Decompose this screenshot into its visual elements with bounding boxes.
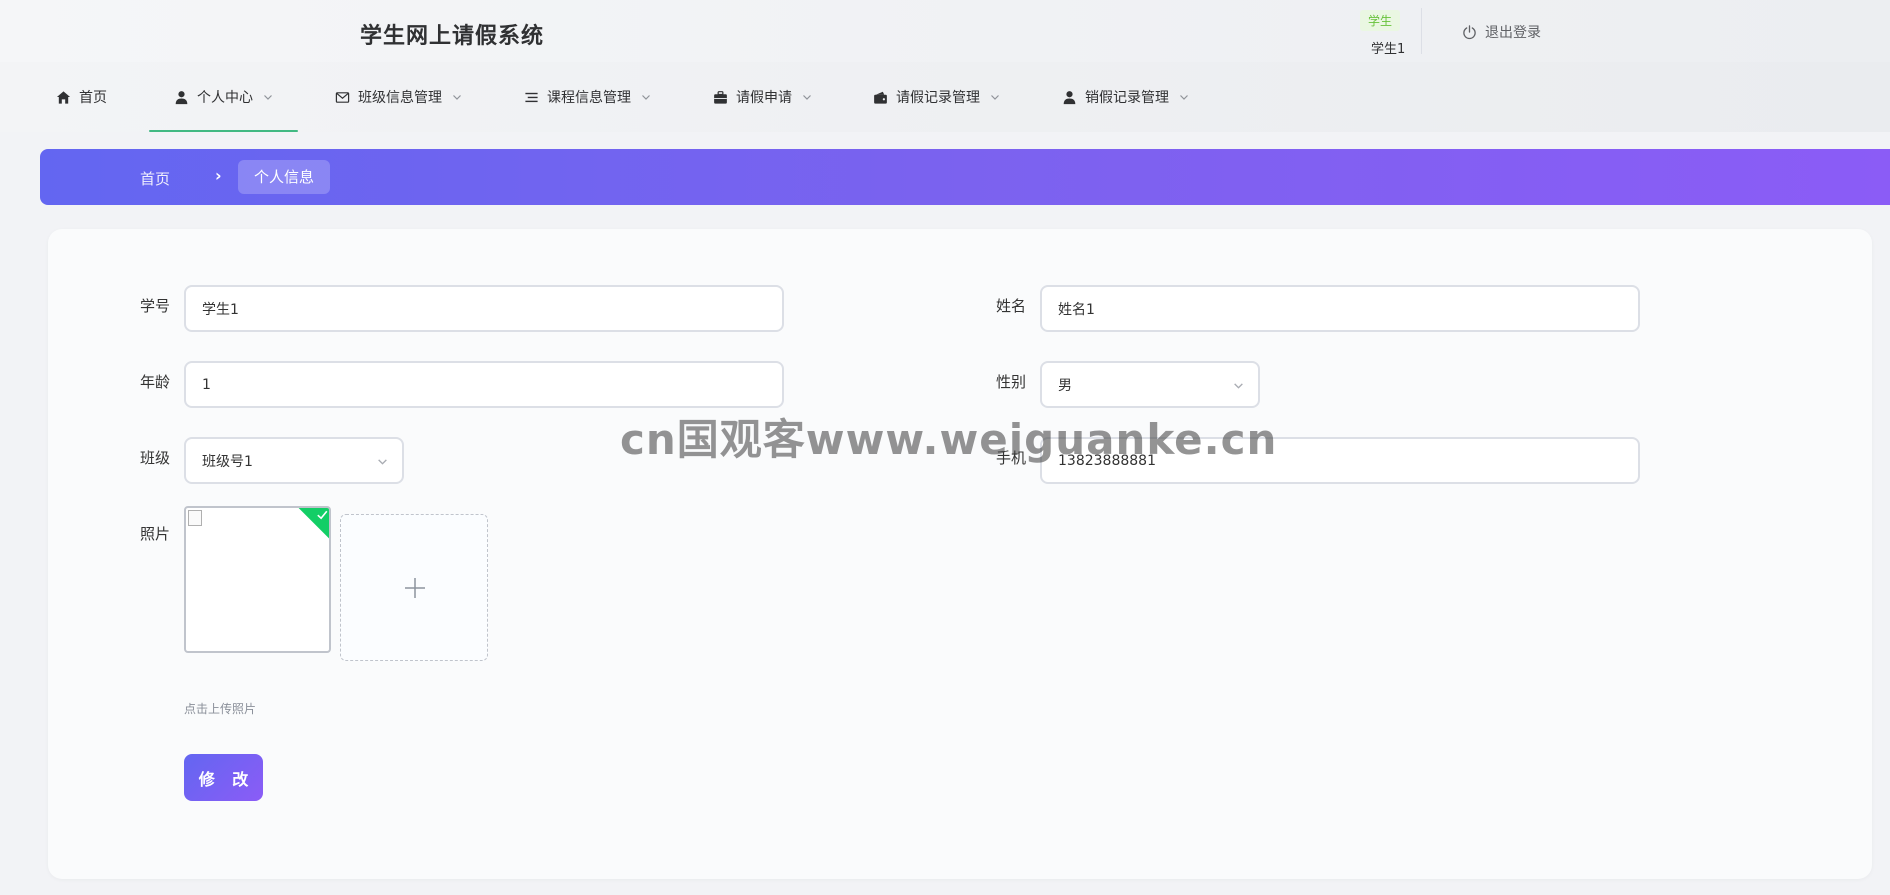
- student-id-field[interactable]: [184, 285, 784, 332]
- user-name: 学生1: [1371, 42, 1406, 57]
- app-title: 学生网上请假系统: [360, 24, 545, 49]
- name-label: 姓名: [996, 297, 1027, 315]
- nav-item-label: 首页: [79, 90, 107, 106]
- home-icon: [56, 90, 71, 104]
- chevron-down-icon: [991, 95, 999, 100]
- broken-image-icon: [188, 510, 202, 526]
- nav-item-label: 班级信息管理: [358, 90, 442, 106]
- gender-select[interactable]: 男: [1040, 361, 1260, 408]
- photo-upload-button[interactable]: [340, 514, 488, 661]
- chevron-down-icon: [803, 95, 811, 100]
- breadcrumb-banner: 首页 › 个人信息: [40, 149, 1890, 205]
- nav-item-leave-apply[interactable]: 请假申请: [713, 62, 812, 132]
- breadcrumb-separator: ›: [215, 166, 222, 185]
- nav-item-course-info[interactable]: 课程信息管理: [524, 62, 651, 132]
- chevron-down-icon: [264, 95, 272, 100]
- chevron-down-icon: [1234, 383, 1243, 389]
- logout-label: 退出登录: [1485, 25, 1541, 41]
- mail-icon: [335, 91, 350, 103]
- nav-item-home[interactable]: 首页: [56, 62, 107, 132]
- nav-item-label: 请假记录管理: [896, 90, 980, 106]
- breadcrumb-home[interactable]: 首页: [140, 168, 170, 189]
- name-field[interactable]: [1040, 285, 1640, 332]
- age-label: 年龄: [140, 373, 171, 391]
- photo-label: 照片: [140, 525, 171, 543]
- nav-active-indicator: [149, 130, 298, 132]
- upload-tip: 点击上传照片: [184, 702, 257, 716]
- list-icon: [525, 92, 538, 102]
- nav-item-personal-center[interactable]: 个人中心: [174, 62, 273, 132]
- user-icon: [175, 90, 188, 104]
- wallet-icon: [874, 91, 887, 104]
- upload-success-badge: [297, 508, 329, 540]
- briefcase-icon: [714, 90, 727, 104]
- nav-item-class-info[interactable]: 班级信息管理: [335, 62, 462, 132]
- class-label: 班级: [140, 449, 171, 467]
- chevron-down-icon: [378, 459, 387, 465]
- class-select[interactable]: 班级号1: [184, 437, 404, 484]
- header-divider: [1421, 8, 1422, 54]
- breadcrumb-current: 个人信息: [238, 160, 331, 194]
- modify-button[interactable]: 修 改: [184, 754, 263, 801]
- nav-item-label: 销假记录管理: [1085, 90, 1169, 106]
- student-id-input[interactable]: [202, 300, 766, 317]
- uploaded-photo[interactable]: [184, 506, 331, 653]
- gender-label: 性别: [996, 373, 1027, 391]
- age-input[interactable]: [202, 376, 766, 393]
- class-selected-value: 班级号1: [202, 453, 253, 470]
- gender-selected-value: 男: [1058, 377, 1072, 394]
- chevron-down-icon: [453, 95, 461, 100]
- age-field[interactable]: [184, 361, 784, 408]
- plus-icon: [405, 578, 425, 598]
- watermark: cn国观客www.weiguanke.cn: [620, 415, 1278, 464]
- nav-item-leave-records[interactable]: 请假记录管理: [873, 62, 1000, 132]
- chevron-down-icon: [1180, 95, 1188, 100]
- top-header: 学生网上请假系统 学生 学生1 退出登录: [0, 0, 1890, 62]
- role-badge: 学生: [1360, 10, 1401, 31]
- nav-item-label: 课程信息管理: [547, 90, 631, 106]
- nav-item-label: 个人中心: [197, 90, 253, 106]
- nav-item-cancel-leave-records[interactable]: 销假记录管理: [1062, 62, 1189, 132]
- check-icon: [317, 510, 328, 520]
- student-id-label: 学号: [140, 297, 171, 315]
- power-icon: [1463, 24, 1476, 39]
- chevron-down-icon: [642, 95, 650, 100]
- name-input[interactable]: [1058, 300, 1622, 317]
- nav-item-label: 请假申请: [736, 90, 792, 106]
- logout-button[interactable]: 退出登录: [1462, 22, 1541, 42]
- main-nav: 首页 个人中心 班级信息管理 课程信息管理 请假申请 请假记录管理 销假记录管理: [0, 62, 1890, 132]
- user-icon: [1063, 90, 1076, 104]
